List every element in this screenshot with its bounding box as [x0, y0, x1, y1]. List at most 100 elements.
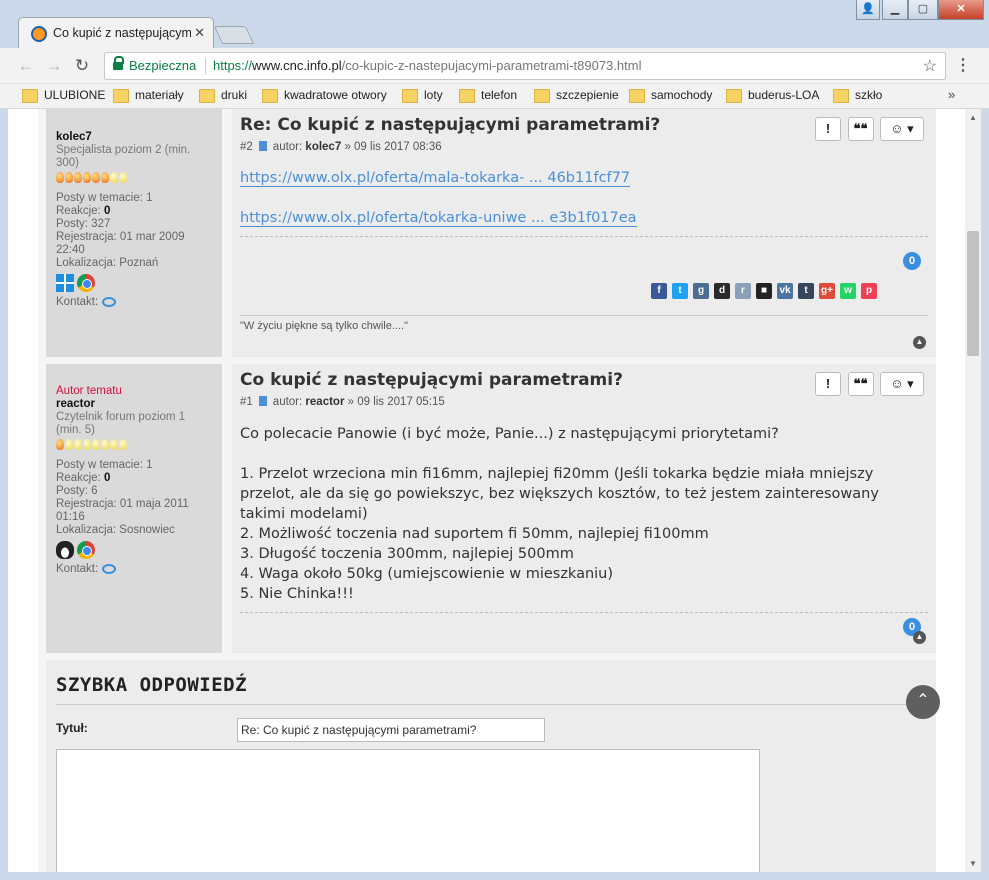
- post-number[interactable]: #1: [240, 396, 253, 408]
- post-meta: #1 autor: reactor » 09 lis 2017 05:15: [240, 396, 928, 408]
- post-number[interactable]: #2: [240, 141, 253, 153]
- bookmark-folder[interactable]: kwadratowe otwory: [262, 88, 387, 103]
- signature-divider: [240, 315, 928, 316]
- post-link[interactable]: https://www.olx.pl/oferta/tokarka-uniwe …: [240, 210, 637, 227]
- whatsapp-icon[interactable]: w: [840, 282, 856, 299]
- minimize-button[interactable]: ▁: [882, 0, 908, 20]
- tab-title: Co kupić z następującymi: [53, 26, 191, 40]
- quick-reply-panel: SZYBKA ODPOWIEDŹ Tytuł: Re: Co kupić z n…: [46, 660, 936, 872]
- post-author[interactable]: kolec7: [305, 141, 341, 153]
- react-button[interactable]: ☺ ▾: [880, 372, 924, 396]
- bookmarks-overflow-button[interactable]: »: [948, 87, 955, 102]
- stat-label: Posty:: [56, 485, 88, 497]
- page-scrollbar[interactable]: ▲ ▼: [965, 109, 981, 872]
- address-bar[interactable]: Bezpieczna https://www.cnc.info.pl/co-ku…: [104, 52, 946, 80]
- bookmark-folder[interactable]: materiały: [113, 88, 184, 103]
- window-frame: [981, 109, 989, 880]
- profile-contact: Kontakt:: [56, 296, 212, 309]
- bookmark-star-icon[interactable]: ☆: [923, 56, 937, 76]
- pocket-icon[interactable]: p: [861, 282, 877, 299]
- post-actions: ! ❝❝ ☺ ▾: [813, 372, 924, 396]
- back-to-top-icon[interactable]: ▲: [913, 631, 926, 644]
- bookmark-folder[interactable]: druki: [199, 88, 247, 103]
- bulb-icon: [83, 172, 91, 183]
- profile-username[interactable]: kolec7: [56, 131, 212, 144]
- stat-value: 0: [103, 472, 111, 484]
- stat-label: Posty w temacie:: [56, 192, 143, 204]
- bookmark-folder[interactable]: szczepienie: [534, 88, 619, 103]
- quick-reply-heading: SZYBKA ODPOWIEDŹ: [56, 674, 248, 696]
- reload-icon[interactable]: ↻: [72, 56, 92, 76]
- contact-label: Kontakt:: [56, 563, 99, 575]
- vk-icon[interactable]: vk: [777, 282, 793, 299]
- secure-label: Bezpieczna: [129, 58, 197, 73]
- bulb-icon: [119, 172, 127, 183]
- back-to-top-icon[interactable]: ▲: [913, 336, 926, 349]
- share-icons: f t g d r ■ vk t g+ w p: [646, 282, 877, 300]
- message-textarea[interactable]: [56, 749, 760, 872]
- quote-button[interactable]: ❝❝: [847, 372, 874, 396]
- bookmark-folder[interactable]: loty: [402, 88, 443, 103]
- delicious-icon[interactable]: ■: [756, 282, 772, 299]
- post-author[interactable]: reactor: [305, 396, 344, 408]
- url-text[interactable]: https://www.cnc.info.pl/co-kupic-z-naste…: [213, 58, 641, 73]
- window-frame: [0, 872, 989, 880]
- tab-close-icon[interactable]: ✕: [194, 25, 205, 41]
- topic-author-tag: Autor tematu: [56, 385, 122, 397]
- twitter-icon[interactable]: t: [672, 282, 688, 299]
- tumblr-icon[interactable]: t: [798, 282, 814, 299]
- chat-bubble-icon[interactable]: [102, 296, 117, 307]
- subject-input[interactable]: Re: Co kupić z następującymi parametrami…: [237, 718, 545, 742]
- reddit-icon[interactable]: r: [735, 282, 751, 299]
- bookmark-folder[interactable]: telefon: [459, 88, 517, 103]
- post-paragraph: 3. Długość toczenia 300mm, najlepiej 500…: [240, 546, 574, 562]
- bookmark-folder[interactable]: szkło: [833, 88, 882, 103]
- quick-reply-divider: [56, 704, 926, 705]
- bookmark-folder[interactable]: ULUBIONE: [22, 88, 105, 103]
- post-content: https://www.olx.pl/oferta/mala-tokarka- …: [240, 168, 928, 228]
- close-window-button[interactable]: ✕: [938, 0, 984, 20]
- chat-bubble-icon[interactable]: [102, 563, 117, 574]
- profile-username[interactable]: reactor: [56, 398, 212, 411]
- profile-rank: Czytelnik forum poziom 1 (min. 5): [56, 411, 186, 436]
- author-label: autor:: [272, 141, 303, 153]
- post-paragraph: Co polecacie Panowie (i być może, Panie.…: [240, 426, 779, 442]
- linux-penguin-icon: [56, 541, 74, 559]
- bookmark-folder[interactable]: samochody: [629, 88, 712, 103]
- browser-menu-icon[interactable]: ⋮: [955, 55, 971, 75]
- report-button[interactable]: !: [815, 117, 842, 141]
- back-arrow-icon[interactable]: ←: [16, 56, 36, 76]
- googleplus-icon[interactable]: g+: [819, 282, 835, 299]
- bulb-icon: [74, 439, 82, 450]
- bulb-icon: [119, 439, 127, 450]
- post-paragraph: 1. Przelot wrzeciona min fi16mm, najlepi…: [240, 466, 879, 522]
- reactions-badge[interactable]: 0: [903, 252, 921, 270]
- post-link[interactable]: https://www.olx.pl/oferta/mala-tokarka- …: [240, 170, 631, 187]
- post-paragraph: 2. Możliwość toczenia nad suportem fi 50…: [240, 526, 709, 542]
- scroll-to-top-button[interactable]: ⌃: [906, 685, 940, 719]
- bulb-icon: [110, 439, 118, 450]
- bulb-icon: [101, 439, 109, 450]
- forward-arrow-icon[interactable]: →: [44, 56, 64, 76]
- bookmark-folder[interactable]: buderus-LOA: [726, 88, 819, 103]
- scroll-down-arrow-icon[interactable]: ▼: [969, 859, 977, 868]
- scroll-up-arrow-icon[interactable]: ▲: [969, 113, 977, 122]
- react-button[interactable]: ☺ ▾: [880, 117, 924, 141]
- googleplus-share-icon[interactable]: g: [693, 282, 709, 299]
- quote-button[interactable]: ❝❝: [847, 117, 874, 141]
- stat-value: 0: [103, 205, 111, 217]
- post-content: Co polecacie Panowie (i być może, Panie.…: [240, 424, 920, 604]
- report-button[interactable]: !: [815, 372, 842, 396]
- scrollbar-thumb[interactable]: [967, 231, 979, 356]
- user-profile-button[interactable]: 👤: [856, 0, 880, 20]
- post-actions: ! ❝❝ ☺ ▾: [813, 117, 924, 141]
- post-body: Re: Co kupić z następującymi parametrami…: [232, 109, 936, 357]
- stat-value: 6: [91, 485, 98, 497]
- profile-stat: Lokalizacja: Poznań: [56, 257, 212, 270]
- new-tab-button[interactable]: [213, 26, 255, 44]
- document-icon: [258, 141, 267, 151]
- maximize-button[interactable]: ▢: [908, 0, 938, 20]
- digg-icon[interactable]: d: [714, 282, 730, 299]
- facebook-icon[interactable]: f: [651, 282, 667, 299]
- browser-tab[interactable]: Co kupić z następującymi ✕: [18, 17, 214, 48]
